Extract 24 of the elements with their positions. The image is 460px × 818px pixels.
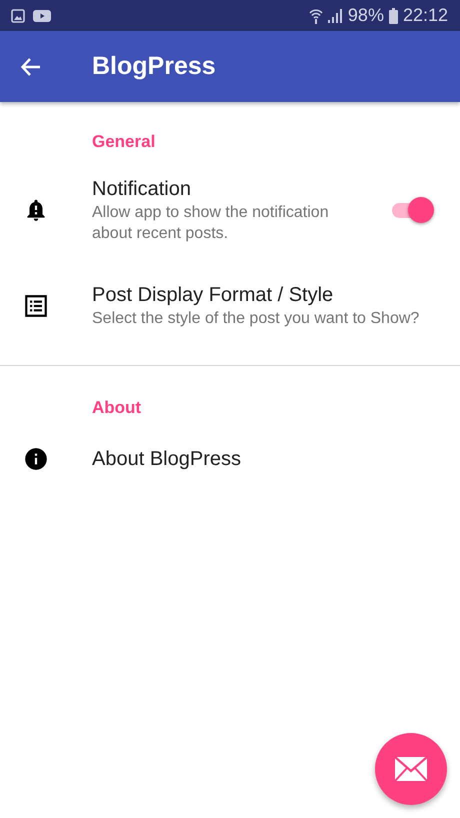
item-title: About BlogPress [92, 447, 242, 472]
image-icon [11, 8, 25, 22]
list-icon [23, 292, 49, 318]
video-icon [33, 8, 51, 22]
settings-item[interactable]: Notification Allow app to show the notification about recent posts. [0, 154, 460, 260]
info-icon [23, 446, 49, 472]
item-title: Post Display Format / Style [92, 283, 334, 308]
envelope-icon [394, 756, 428, 782]
battery-icon [388, 8, 398, 24]
settings-item[interactable]: Post Display Format / Style Select the style of the post you want to Show? [0, 260, 460, 345]
clock: 22:12 [402, 5, 448, 26]
section-header: About [92, 398, 142, 419]
item-summary: Select the style of the post you want to Show? [92, 309, 420, 329]
item-title: Notification [92, 177, 192, 202]
settings-item[interactable]: About BlogPress [0, 420, 460, 472]
back-button[interactable] [20, 56, 42, 78]
app-title: BlogPress [92, 52, 216, 81]
section-header: General [92, 132, 156, 153]
toggle-switch[interactable] [392, 196, 434, 224]
wifi-icon [308, 8, 323, 24]
signal-icon [328, 8, 343, 23]
item-summary: Allow app to show the notification about recent posts. [92, 203, 330, 244]
battery-percent: 98% [348, 5, 384, 26]
email-button[interactable] [375, 733, 447, 805]
